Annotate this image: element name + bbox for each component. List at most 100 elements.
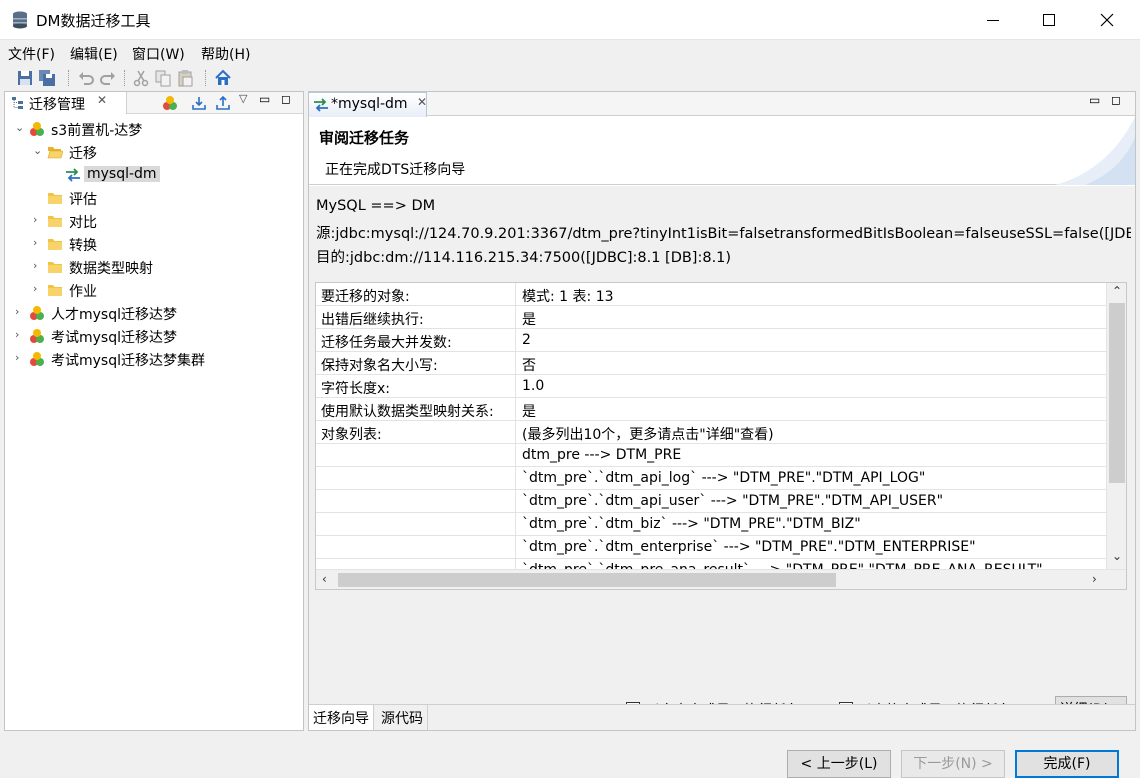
table-row[interactable]: 对象列表: (最多列出10个，更多请点击"详细"查看): [316, 421, 1106, 444]
tree-item[interactable]: › 人才mysql迁移达梦: [5, 302, 303, 324]
maximize-button[interactable]: [1026, 0, 1072, 40]
next-button[interactable]: 下一步(N) >: [901, 750, 1005, 778]
copy-icon[interactable]: [154, 69, 172, 87]
tree-item[interactable]: › 作业: [5, 279, 303, 301]
wizard-body: MySQL ==> DM 源:jdbc:mysql://124.70.9.201…: [309, 186, 1135, 778]
scroll-right-icon[interactable]: ›: [1092, 572, 1097, 586]
horizontal-scrollbar[interactable]: ‹ ›: [316, 569, 1126, 589]
view-menu-icon[interactable]: ▽: [239, 92, 255, 108]
maximize-icon: [1043, 14, 1055, 26]
property-value: 否: [522, 358, 536, 374]
task-summary-grid[interactable]: 要迁移的对象: 模式: 1 表: 13 出错后继续执行: 是迁移任务最大并发数: 2 保持…: [315, 282, 1127, 590]
table-row[interactable]: dtm_pre ---> DTM_PRE: [316, 444, 1106, 467]
table-row[interactable]: `dtm_pre`.`dtm_biz` ---> "DTM_PRE"."DTM_…: [316, 513, 1106, 536]
collapse-arrow-icon[interactable]: ⌄: [15, 121, 25, 135]
import-icon[interactable]: [191, 95, 207, 111]
property-name: 字符长度x:: [316, 375, 516, 398]
table-row[interactable]: 出错后继续执行: 是: [316, 306, 1106, 329]
export-icon[interactable]: [215, 95, 231, 111]
close-button[interactable]: [1084, 0, 1130, 40]
maximize-view-icon[interactable]: ◻: [281, 92, 297, 108]
collapse-arrow-icon[interactable]: ⌄: [33, 144, 43, 158]
tree-item-label: 转换: [69, 238, 97, 254]
scroll-left-icon[interactable]: ‹: [322, 572, 327, 586]
table-row[interactable]: `dtm_pre`.`dtm_enterprise` ---> "DTM_PRE…: [316, 536, 1106, 559]
window-title: DM数据迁移工具: [36, 12, 151, 30]
tab-mysql-dm[interactable]: *mysql-dm ✕: [309, 92, 427, 117]
menu-edit[interactable]: 编辑(E): [70, 44, 118, 64]
expand-arrow-icon[interactable]: ›: [15, 328, 25, 342]
tree-item-label: 考试mysql迁移达梦集群: [51, 353, 205, 369]
tree-item[interactable]: mysql-dm: [5, 164, 303, 186]
cut-icon[interactable]: [132, 69, 150, 87]
wizard-title: 审阅迁移任务: [319, 129, 410, 147]
scroll-down-icon[interactable]: ⌄: [1112, 549, 1122, 563]
table-row[interactable]: 要迁移的对象: 模式: 1 表: 13: [316, 283, 1106, 306]
close-tab-icon[interactable]: ✕: [417, 95, 427, 109]
table-row[interactable]: 保持对象名大小写: 否: [316, 352, 1106, 375]
database-app-icon: [13, 11, 27, 29]
back-button[interactable]: < 上一步(L): [787, 750, 891, 778]
scrollbar-thumb[interactable]: [338, 573, 836, 587]
home-icon[interactable]: [214, 69, 232, 87]
tree-item-label: 对比: [69, 215, 97, 231]
menu-help[interactable]: 帮助(H): [201, 44, 250, 64]
tree-item[interactable]: › 考试mysql迁移达梦集群: [5, 348, 303, 370]
scroll-up-icon[interactable]: ⌃: [1112, 284, 1122, 298]
target-connection: 目的:jdbc:dm://114.116.215.34:7500([JDBC]:…: [316, 250, 732, 266]
scrollbar-thumb[interactable]: [1109, 303, 1125, 483]
undo-icon[interactable]: [77, 69, 95, 87]
folder-icon: [47, 259, 63, 275]
tree-item[interactable]: › 转换: [5, 233, 303, 255]
property-value: dtm_pre ---> DTM_PRE: [522, 447, 682, 463]
table-row[interactable]: 迁移任务最大并发数: 2: [316, 329, 1106, 352]
tab-source-code[interactable]: 源代码: [377, 705, 428, 730]
minimize-button[interactable]: [970, 0, 1016, 40]
menu-file[interactable]: 文件(F): [8, 44, 55, 64]
tab-migration-wizard[interactable]: 迁移向导: [309, 705, 374, 730]
tab-migration-manager[interactable]: 迁移管理 ✕: [5, 92, 127, 114]
tree-item-label: 作业: [69, 284, 97, 300]
expand-arrow-icon[interactable]: ›: [33, 282, 43, 296]
property-value: `dtm_pre`.`dtm_biz` ---> "DTM_PRE"."DTM_…: [522, 516, 861, 532]
table-row[interactable]: 使用默认数据类型映射关系: 是: [316, 398, 1106, 421]
menu-window[interactable]: 窗口(W): [132, 44, 185, 64]
property-name: [316, 513, 516, 536]
expand-arrow-icon[interactable]: ›: [33, 213, 43, 227]
tree-item[interactable]: 评估: [5, 187, 303, 209]
expand-arrow-icon[interactable]: ›: [15, 305, 25, 319]
property-name: [316, 444, 516, 467]
project-icon: [29, 328, 45, 344]
table-row[interactable]: `dtm_pre`.`dtm_api_log` ---> "DTM_PRE"."…: [316, 467, 1106, 490]
editor-tab-bar: *mysql-dm ✕ ▭ ◻: [309, 92, 1135, 117]
close-tab-icon[interactable]: ✕: [97, 93, 107, 107]
save-icon[interactable]: [16, 69, 34, 87]
table-row[interactable]: `dtm_pre`.`dtm_api_user` ---> "DTM_PRE".…: [316, 490, 1106, 513]
migration-icon: [65, 167, 81, 183]
maximize-view-icon[interactable]: ◻: [1111, 93, 1125, 107]
save-all-icon[interactable]: [38, 69, 56, 87]
finish-button[interactable]: 完成(F): [1015, 750, 1119, 778]
paste-icon[interactable]: [176, 69, 194, 87]
property-value: 是: [522, 404, 536, 420]
vertical-scrollbar[interactable]: ⌃ ⌄: [1106, 283, 1126, 569]
expand-arrow-icon[interactable]: ›: [33, 236, 43, 250]
new-project-icon[interactable]: [162, 95, 178, 111]
expand-arrow-icon[interactable]: ›: [15, 351, 25, 365]
redo-icon[interactable]: [99, 69, 117, 87]
toolbar: [0, 66, 1140, 90]
property-name: [316, 490, 516, 513]
tree-item[interactable]: ⌄ 迁移: [5, 141, 303, 163]
tree-item[interactable]: › 考试mysql迁移达梦: [5, 325, 303, 347]
title-bar: DM数据迁移工具: [0, 0, 1140, 40]
minimize-icon: [987, 19, 999, 21]
minimize-view-icon[interactable]: ▭: [259, 92, 275, 108]
table-row[interactable]: 字符长度x: 1.0: [316, 375, 1106, 398]
migration-manager-header: 迁移管理 ✕ ▽ ▭ ◻: [5, 92, 303, 114]
tree-item[interactable]: › 数据类型映射: [5, 256, 303, 278]
minimize-view-icon[interactable]: ▭: [1089, 93, 1103, 107]
expand-arrow-icon[interactable]: ›: [33, 259, 43, 273]
tree-item[interactable]: ⌄ s3前置机-达梦: [5, 118, 303, 140]
tree-item[interactable]: › 对比: [5, 210, 303, 232]
property-value: 模式: 1 表: 13: [522, 289, 614, 305]
